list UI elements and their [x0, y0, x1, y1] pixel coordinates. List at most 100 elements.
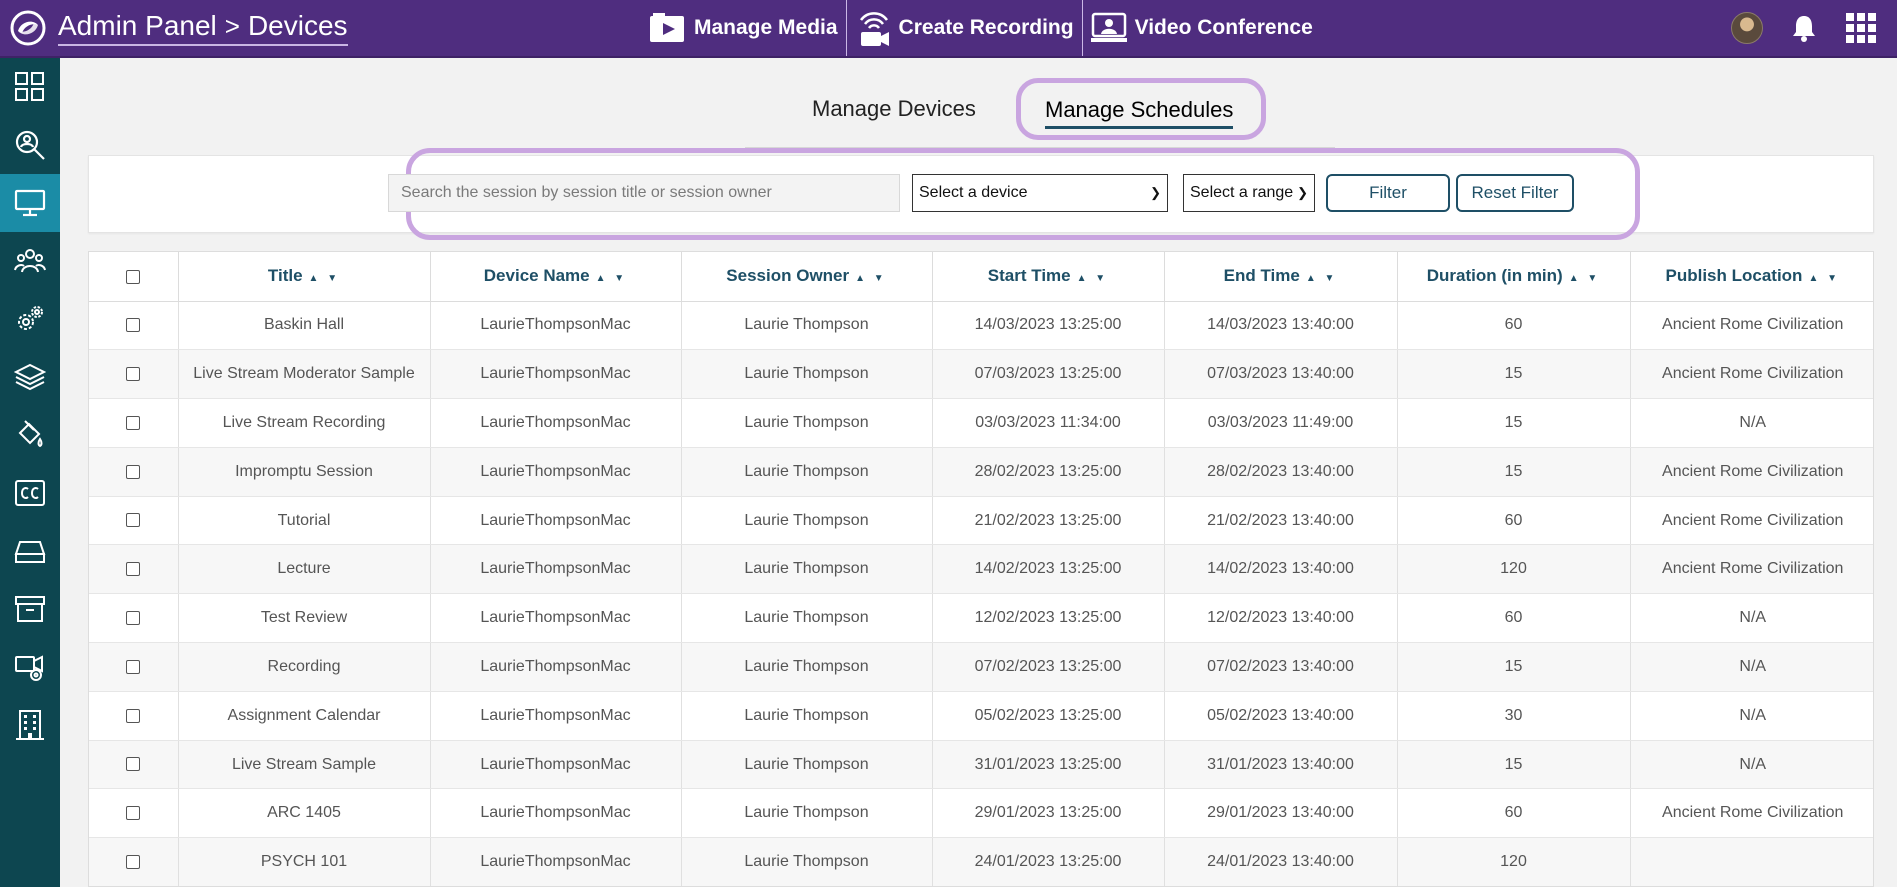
row-checkbox[interactable] [126, 464, 141, 479]
row-checkbox[interactable] [126, 415, 141, 430]
row-checkbox[interactable] [126, 366, 141, 381]
row-checkbox[interactable] [126, 806, 141, 821]
sort-arrows-icon[interactable]: ▲ ▼ [1569, 273, 1601, 284]
apps-grid-icon[interactable] [1845, 12, 1877, 44]
cell-publish-location: Ancient Rome Civilization [1630, 349, 1873, 400]
cell-end-time: 07/03/2023 13:40:00 [1164, 349, 1398, 400]
cell-publish-location: N/A [1630, 593, 1873, 644]
row-checkbox[interactable] [126, 513, 141, 528]
sort-arrows-icon[interactable]: ▲ ▼ [1306, 273, 1338, 284]
app-logo-icon[interactable] [8, 8, 48, 48]
notification-bell-icon[interactable] [1789, 13, 1819, 43]
create-recording-button[interactable]: Create Recording [847, 0, 1082, 56]
sidebar-item-archive[interactable] [0, 580, 60, 638]
column-header-title[interactable]: Title ▲ ▼ [178, 252, 431, 302]
table-row[interactable]: Lecture LaurieThompsonMac Laurie Thompso… [89, 544, 1873, 595]
table-row[interactable]: Assignment Calendar LaurieThompsonMac La… [89, 691, 1873, 741]
row-select-cell [89, 740, 179, 790]
session-search-input[interactable] [388, 174, 900, 212]
range-select[interactable]: Select a range ❯ [1183, 174, 1315, 212]
sidebar-item-users[interactable] [0, 232, 60, 290]
row-checkbox[interactable] [126, 757, 141, 772]
sidebar-item-dashboard[interactable] [0, 58, 60, 116]
cell-publish-location: N/A [1630, 398, 1873, 448]
row-checkbox[interactable] [126, 854, 141, 869]
cell-publish-location: Ancient Rome Civilization [1630, 788, 1873, 839]
table-row[interactable]: PSYCH 101 LaurieThompsonMac Laurie Thomp… [89, 837, 1873, 886]
cell-session-owner: Laurie Thompson [681, 398, 933, 448]
row-select-cell [89, 447, 179, 497]
cell-start-time: 28/02/2023 13:25:00 [932, 447, 1165, 497]
cell-duration: 60 [1397, 301, 1631, 351]
breadcrumb-separator: > [224, 10, 240, 41]
table-row[interactable]: Baskin Hall LaurieThompsonMac Laurie Tho… [89, 301, 1873, 351]
breadcrumb-root[interactable]: Admin Panel [58, 10, 217, 42]
cell-start-time: 21/02/2023 13:25:00 [932, 496, 1165, 546]
sidebar-item-organization[interactable] [0, 696, 60, 754]
user-avatar[interactable] [1731, 12, 1763, 44]
row-checkbox[interactable] [126, 708, 141, 723]
select-all-checkbox[interactable] [126, 269, 141, 284]
table-row[interactable]: Live Stream Sample LaurieThompsonMac Lau… [89, 740, 1873, 790]
top-nav: Manage Media Create Recording Video Conf… [640, 0, 1321, 56]
sidebar-item-devices[interactable] [0, 174, 60, 232]
cell-title: PSYCH 101 [178, 837, 431, 886]
cell-start-time: 31/01/2023 13:25:00 [932, 740, 1165, 790]
cell-publish-location: N/A [1630, 691, 1873, 741]
sort-arrows-icon[interactable]: ▲ ▼ [1077, 273, 1109, 284]
tab-manage-devices[interactable]: Manage Devices [812, 96, 976, 122]
closed-caption-icon [15, 480, 45, 506]
cell-session-owner: Laurie Thompson [681, 496, 933, 546]
cell-start-time: 05/02/2023 13:25:00 [932, 691, 1165, 741]
reset-filter-button[interactable]: Reset Filter [1456, 174, 1574, 212]
sidebar-item-device-settings[interactable] [0, 638, 60, 696]
column-header-publish-location[interactable]: Publish Location ▲ ▼ [1630, 252, 1873, 302]
row-select-cell [89, 544, 179, 595]
tab-manage-schedules[interactable]: Manage Schedules [1045, 97, 1234, 129]
table-row[interactable]: Tutorial LaurieThompsonMac Laurie Thomps… [89, 496, 1873, 546]
sidebar-item-captions[interactable] [0, 464, 60, 522]
table-row[interactable]: Live Stream Moderator Sample LaurieThomp… [89, 349, 1873, 400]
sort-arrows-icon[interactable]: ▲ ▼ [309, 273, 341, 284]
column-header-session-owner[interactable]: Session Owner ▲ ▼ [681, 252, 933, 302]
cell-duration: 60 [1397, 788, 1631, 839]
column-header-device-name[interactable]: Device Name ▲ ▼ [430, 252, 682, 302]
column-header-start-time[interactable]: Start Time ▲ ▼ [932, 252, 1165, 302]
sidebar-item-search-users[interactable] [0, 116, 60, 174]
table-row[interactable]: Test Review LaurieThompsonMac Laurie Tho… [89, 593, 1873, 644]
video-conference-button[interactable]: Video Conference [1083, 0, 1321, 56]
table-row[interactable]: ARC 1405 LaurieThompsonMac Laurie Thomps… [89, 788, 1873, 839]
sort-arrows-icon[interactable]: ▲ ▼ [1808, 273, 1840, 284]
paint-bucket-icon [18, 420, 43, 448]
cell-session-owner: Laurie Thompson [681, 788, 933, 839]
sidebar-item-settings[interactable] [0, 290, 60, 348]
cell-duration: 15 [1397, 740, 1631, 790]
filter-button[interactable]: Filter [1326, 174, 1450, 212]
column-header-duration[interactable]: Duration (in min) ▲ ▼ [1397, 252, 1631, 302]
schedules-table: Title ▲ ▼ Device Name ▲ ▼ Session Owner ▲ ▼… [88, 251, 1874, 887]
wireless-camera-icon [859, 12, 889, 46]
sidebar-item-storage[interactable] [0, 522, 60, 580]
table-row[interactable]: Recording LaurieThompsonMac Laurie Thomp… [89, 642, 1873, 692]
manage-media-button[interactable]: Manage Media [640, 0, 846, 56]
table-row[interactable]: Live Stream Recording LaurieThompsonMac … [89, 398, 1873, 448]
cell-session-owner: Laurie Thompson [681, 544, 933, 595]
sort-arrows-icon[interactable]: ▲ ▼ [596, 273, 628, 284]
row-select-cell [89, 593, 179, 644]
row-select-cell [89, 301, 179, 351]
row-checkbox[interactable] [126, 562, 141, 577]
device-select[interactable]: Select a device ❯ [912, 174, 1168, 212]
sort-arrows-icon[interactable]: ▲ ▼ [855, 273, 887, 284]
cell-start-time: 12/02/2023 13:25:00 [932, 593, 1165, 644]
archive-icon [15, 596, 45, 622]
sidebar-item-layers[interactable] [0, 348, 60, 406]
row-checkbox[interactable] [126, 610, 141, 625]
column-header-end-time[interactable]: End Time ▲ ▼ [1164, 252, 1398, 302]
row-checkbox[interactable] [126, 318, 141, 333]
sidebar-item-branding[interactable] [0, 406, 60, 464]
cell-duration: 30 [1397, 691, 1631, 741]
cell-end-time: 03/03/2023 11:49:00 [1164, 398, 1398, 448]
row-checkbox[interactable] [126, 659, 141, 674]
device-select-value: Select a device [919, 184, 1028, 201]
table-row[interactable]: Impromptu Session LaurieThompsonMac Laur… [89, 447, 1873, 497]
